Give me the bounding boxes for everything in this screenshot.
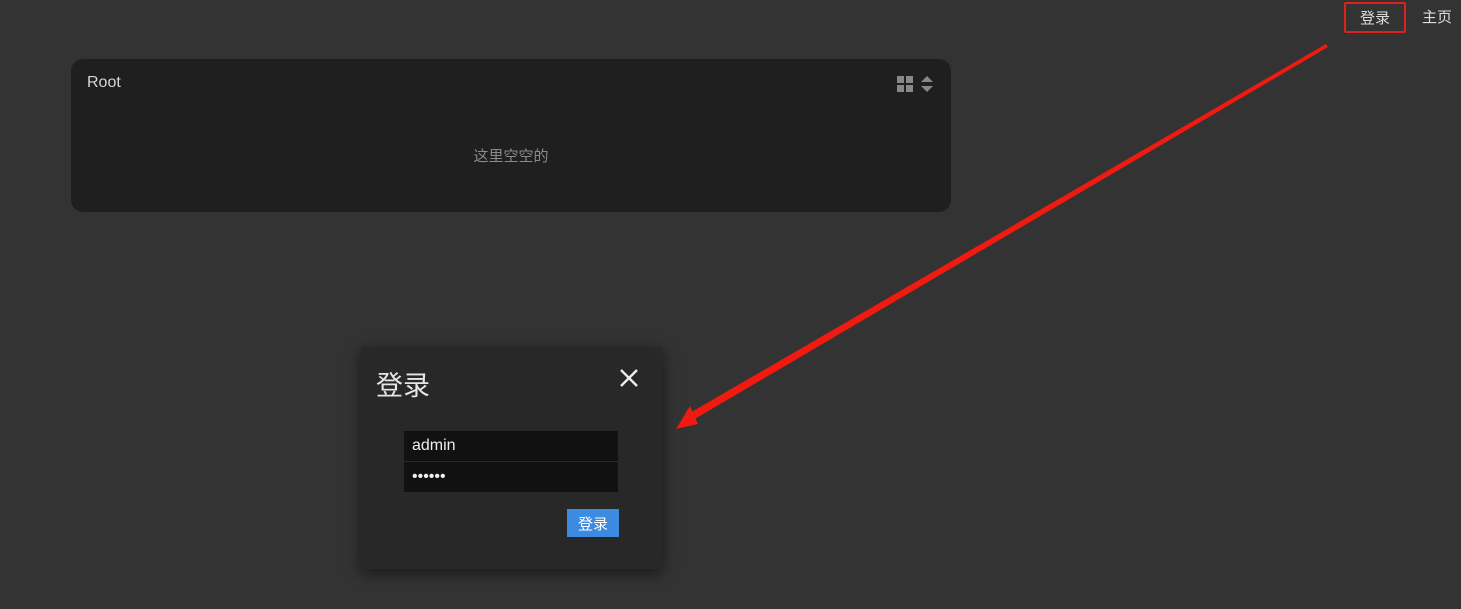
close-icon[interactable]: [617, 366, 641, 390]
nav-home-link[interactable]: 主页: [1422, 6, 1452, 27]
root-folder-panel: Root 这里空空的: [71, 59, 951, 212]
sort-icon[interactable]: [920, 75, 934, 93]
grid-view-icon[interactable]: [897, 76, 913, 92]
username-input[interactable]: [404, 431, 618, 461]
nav-login-label: 登录: [1359, 10, 1390, 27]
login-dialog-title: 登录: [376, 371, 430, 401]
login-submit-button[interactable]: 登录: [567, 509, 619, 537]
password-input[interactable]: [404, 462, 618, 492]
nav-home-label: 主页: [1422, 9, 1453, 26]
login-dialog: 登录 登录: [361, 347, 662, 569]
root-panel-title: Root: [87, 74, 121, 91]
nav-login-button[interactable]: 登录: [1344, 2, 1406, 33]
empty-state-text: 这里空空的: [473, 148, 549, 165]
